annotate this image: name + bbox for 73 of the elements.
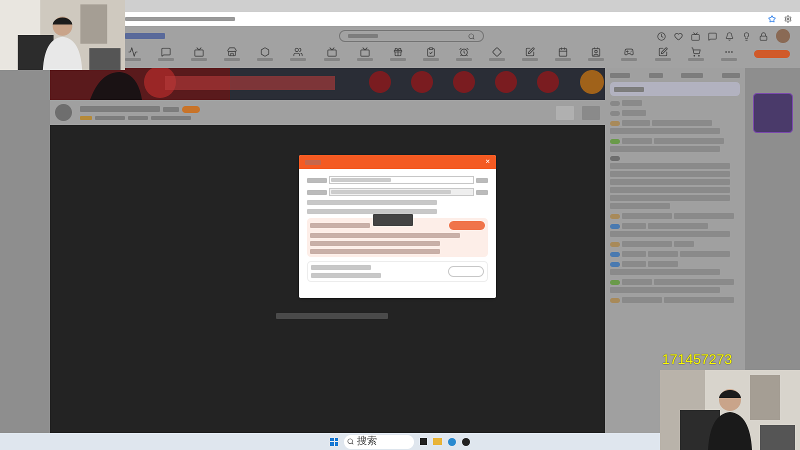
heart-icon[interactable] xyxy=(674,32,683,40)
blurred-text xyxy=(307,178,327,182)
blurred-text xyxy=(163,106,179,112)
avatar xyxy=(55,104,72,121)
alarm-clock-icon[interactable] xyxy=(458,47,469,57)
browser-icon[interactable] xyxy=(448,438,456,446)
settings-icon[interactable] xyxy=(784,15,792,23)
tv-icon[interactable] xyxy=(691,32,700,40)
bell-icon[interactable] xyxy=(725,32,734,40)
blurred-text xyxy=(331,178,391,182)
blurred-text xyxy=(722,73,740,78)
blurred-text xyxy=(614,86,644,92)
level-badge xyxy=(610,298,620,302)
blurred-text xyxy=(476,178,488,182)
people-icon[interactable] xyxy=(293,47,304,57)
hexagon-icon[interactable] xyxy=(260,47,270,57)
blurred-text xyxy=(151,116,191,120)
level-badge xyxy=(610,156,620,161)
blurred-text xyxy=(588,58,604,61)
tv-icon[interactable] xyxy=(360,47,370,57)
clock-icon[interactable] xyxy=(657,32,666,40)
blurred-text xyxy=(125,33,165,39)
contact-card-icon[interactable] xyxy=(591,47,602,57)
blurred-text xyxy=(95,116,125,120)
search-icon xyxy=(347,438,354,445)
bulb-icon[interactable] xyxy=(742,32,751,40)
gift-icon[interactable] xyxy=(392,47,403,57)
search-field[interactable] xyxy=(338,30,484,42)
blurred-text xyxy=(307,190,327,194)
blurred-text xyxy=(305,160,321,164)
promo-card[interactable] xyxy=(752,93,792,133)
level-badge xyxy=(610,138,620,144)
blurred-text xyxy=(648,73,663,78)
blurred-text xyxy=(310,223,370,228)
blurred-text xyxy=(311,265,371,270)
clipboard-icon[interactable] xyxy=(426,47,436,57)
blurred-text xyxy=(476,190,488,194)
blurred-text xyxy=(128,116,148,120)
overlay-number: 171457273 xyxy=(662,351,732,367)
search-icon[interactable] xyxy=(468,32,474,40)
edit-icon[interactable] xyxy=(525,47,536,57)
blurred-text xyxy=(681,73,704,78)
app-icon[interactable] xyxy=(462,438,470,446)
blurred-text xyxy=(356,58,373,61)
blurred-text xyxy=(324,58,340,61)
close-button[interactable]: × xyxy=(485,158,490,166)
tooltip xyxy=(373,214,413,226)
windows-start-icon[interactable] xyxy=(330,438,338,446)
tv-icon[interactable] xyxy=(326,47,337,57)
input-field[interactable] xyxy=(329,176,474,184)
blurred-text xyxy=(610,73,630,78)
chat-icon[interactable] xyxy=(708,32,717,40)
diamond-icon[interactable] xyxy=(492,47,502,57)
blurred-text xyxy=(348,34,378,38)
taskbar-search-field[interactable]: 搜索 xyxy=(344,434,414,448)
calendar-icon[interactable] xyxy=(558,47,568,57)
blurred-text xyxy=(191,58,208,61)
level-badge xyxy=(610,280,620,284)
chat-icon[interactable] xyxy=(161,47,172,57)
edit-icon[interactable] xyxy=(658,47,668,57)
cart-icon[interactable] xyxy=(690,47,701,57)
blurred-text xyxy=(311,273,381,278)
blurred-text xyxy=(555,58,572,61)
star-icon[interactable] xyxy=(768,15,776,23)
tv-icon[interactable] xyxy=(194,47,204,57)
blurred-text xyxy=(422,58,439,61)
gamepad-icon[interactable] xyxy=(624,47,634,57)
blurred-text xyxy=(80,116,92,120)
lock-icon[interactable] xyxy=(759,32,768,40)
input-field[interactable] xyxy=(329,188,474,196)
action-button[interactable] xyxy=(449,221,485,230)
pulse-icon[interactable] xyxy=(128,47,138,57)
store-icon[interactable] xyxy=(227,47,238,57)
